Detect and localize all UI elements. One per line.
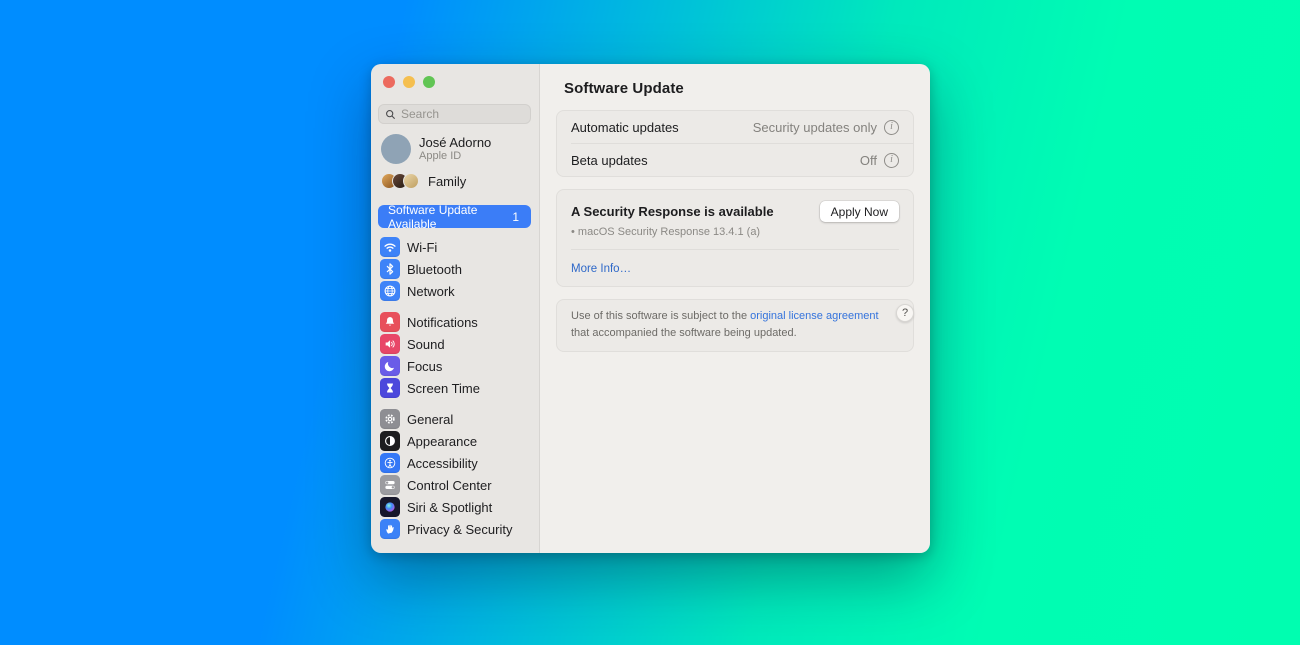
family-label: Family [428,174,466,189]
search-field[interactable] [378,104,531,124]
badge-count: 1 [512,210,519,224]
avatar [381,134,411,164]
license-card: Use of this software is subject to the o… [556,299,914,352]
sidebar-item-privacy[interactable]: Privacy & Security [378,518,531,540]
close-button[interactable] [383,76,395,88]
search-icon [385,109,396,120]
help-button[interactable]: ? [896,304,914,322]
system-settings-window: José Adorno Apple ID Family Software Upd… [371,64,930,553]
row-label: Beta updates [571,153,648,168]
sidebar-item-label: Bluetooth [407,262,462,277]
bluetooth-icon [380,259,400,279]
sidebar-item-label: Appearance [407,434,477,449]
info-icon[interactable] [884,120,899,135]
settings-row: Automatic updates Security updates only [557,111,913,143]
bell-icon [380,312,400,332]
more-info-link[interactable]: More Info… [571,263,631,275]
wifi-icon [380,237,400,257]
sidebar-item-wifi[interactable]: Wi-Fi [378,236,531,258]
sidebar-item-label: General [407,412,453,427]
hand-icon [380,519,400,539]
family-avatar [403,173,419,189]
sidebar-item-general[interactable]: General [378,408,531,430]
updates-card: Automatic updates Security updates only Be… [556,110,914,177]
desktop-background: José Adorno Apple ID Family Software Upd… [0,0,1300,645]
family-row[interactable]: Family [378,173,531,189]
appearance-icon [380,431,400,451]
zoom-button[interactable] [423,76,435,88]
sidebar-item-label: Network [407,284,455,299]
page-title: Software Update [564,80,914,97]
sidebar: José Adorno Apple ID Family Software Upd… [371,64,540,553]
row-value: Off [860,153,877,168]
sidebar-item-label: Siri & Spotlight [407,500,492,515]
sidebar-item-label: Control Center [407,478,492,493]
sidebar-item-label: Wi-Fi [407,240,437,255]
license-agreement-link[interactable]: original license agreement [750,310,878,322]
sidebar-item-notifications[interactable]: Notifications [378,311,531,333]
info-icon[interactable] [884,153,899,168]
globe-icon [380,281,400,301]
software-update-available-badge[interactable]: Software Update Available 1 [378,205,531,228]
apple-id-profile[interactable]: José Adorno Apple ID [378,134,531,164]
control-center-icon [380,475,400,495]
security-response-card: A Security Response is available Apply N… [556,189,914,287]
moon-icon [380,356,400,376]
sidebar-item-appearance[interactable]: Appearance [378,430,531,452]
sidebar-item-label: Sound [407,337,445,352]
sidebar-item-label: Privacy & Security [407,522,512,537]
divider [571,249,899,250]
license-text: that accompanied the software being upda… [571,327,797,339]
sidebar-item-label: Accessibility [407,456,478,471]
license-text: Use of this software is subject to the [571,310,750,322]
row-label: Automatic updates [571,120,679,135]
sidebar-item-focus[interactable]: Focus [378,355,531,377]
sidebar-item-screentime[interactable]: Screen Time [378,377,531,399]
row-value: Security updates only [753,120,877,135]
siri-icon [380,497,400,517]
hourglass-icon [380,378,400,398]
profile-name: José Adorno [419,135,491,150]
profile-subtitle: Apple ID [419,150,491,163]
software-update-pane: Software Update Automatic updates Securit… [540,64,930,553]
window-controls [383,76,531,88]
minimize-button[interactable] [403,76,415,88]
accessibility-icon [380,453,400,473]
sidebar-item-label: Notifications [407,315,478,330]
sidebar-item-siri[interactable]: Siri & Spotlight [378,496,531,518]
speaker-icon [380,334,400,354]
security-response-title: A Security Response is available [571,201,774,219]
sidebar-item-network[interactable]: Network [378,280,531,302]
sidebar-item-label: Screen Time [407,381,480,396]
sidebar-item-label: Focus [407,359,442,374]
sidebar-item-sound[interactable]: Sound [378,333,531,355]
search-input[interactable] [401,107,524,121]
sidebar-item-controlcenter[interactable]: Control Center [378,474,531,496]
settings-row: Beta updates Off [557,144,913,176]
apply-now-button[interactable]: Apply Now [820,201,899,222]
sidebar-item-bluetooth[interactable]: Bluetooth [378,258,531,280]
security-response-detail: • macOS Security Response 13.4.1 (a) [571,226,899,238]
sidebar-nav: Wi-Fi Bluetooth Network Notifications Sound F… [378,236,531,540]
sidebar-item-accessibility[interactable]: Accessibility [378,452,531,474]
gear-icon [380,409,400,429]
badge-label: Software Update Available [388,203,512,231]
